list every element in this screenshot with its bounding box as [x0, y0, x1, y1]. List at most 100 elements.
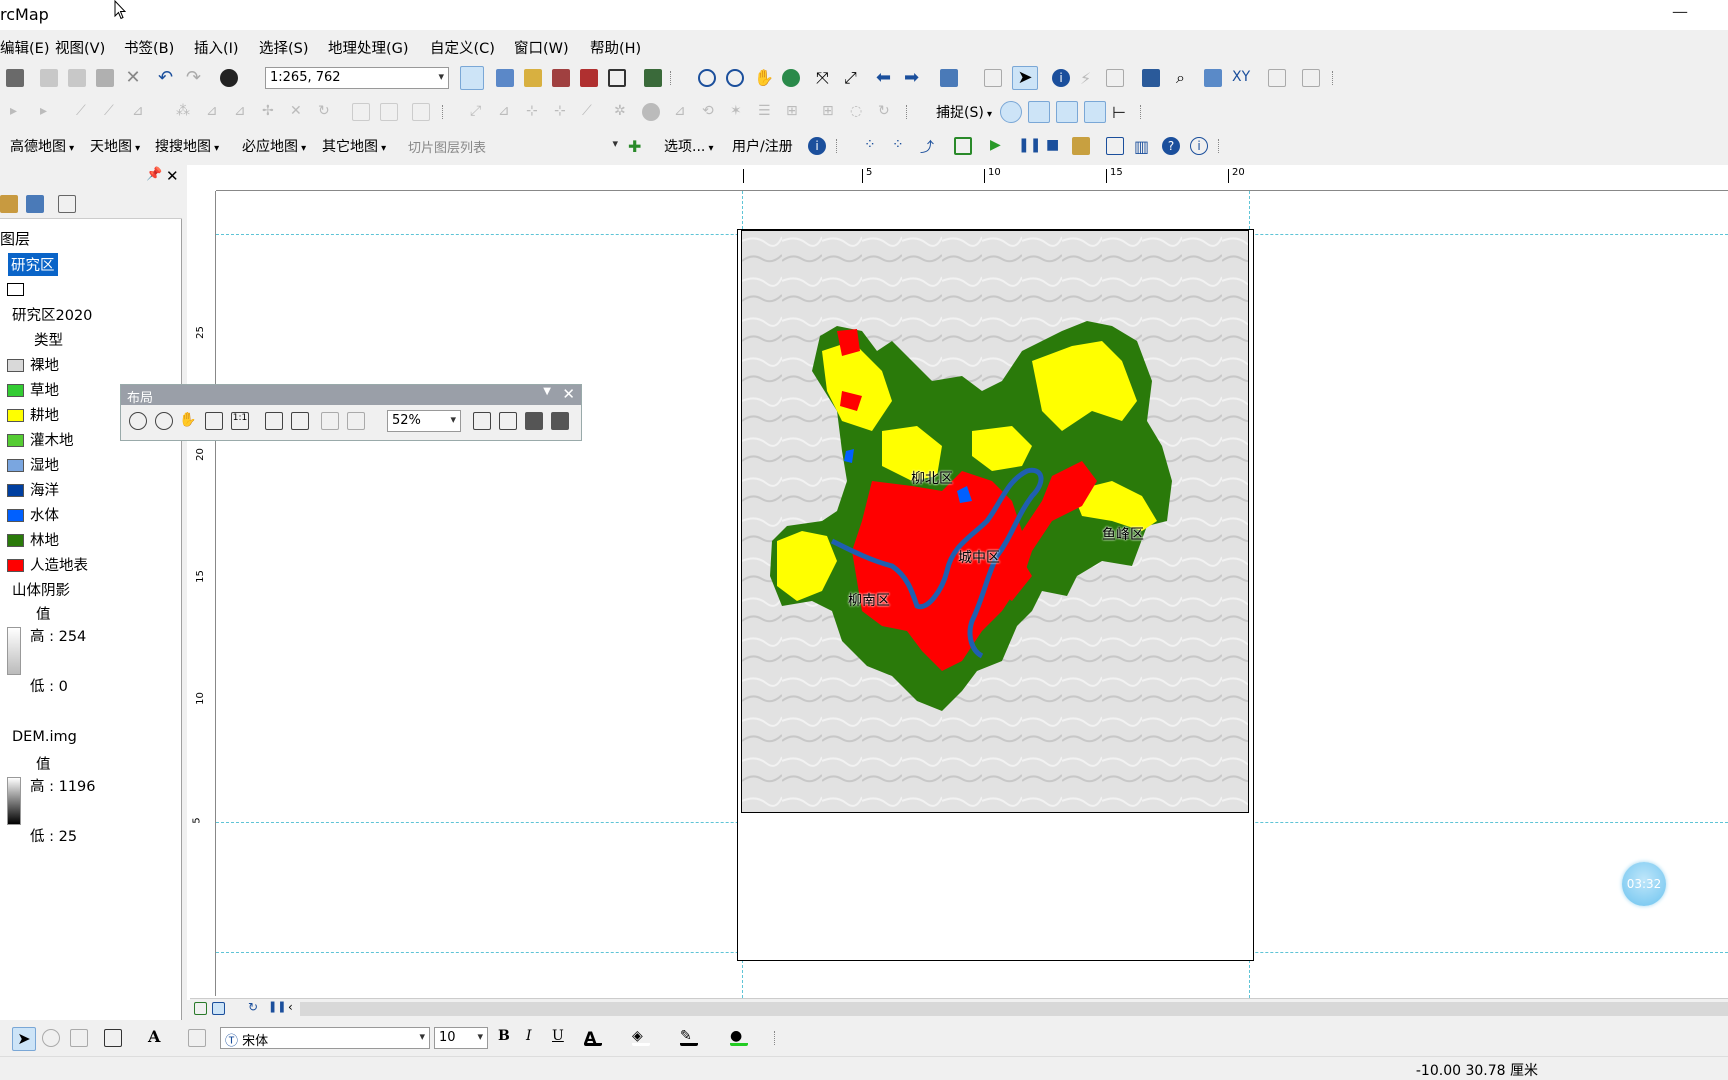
legend-swatch[interactable] — [7, 459, 24, 472]
attributes-icon[interactable]: ↻ — [318, 103, 336, 121]
horizontal-scrollbar[interactable] — [300, 1002, 1728, 1016]
list-by-selection-icon[interactable] — [58, 195, 76, 213]
about-icon[interactable]: i — [1190, 137, 1208, 155]
generalize-icon[interactable] — [642, 103, 660, 121]
sketch-properties-icon[interactable] — [352, 103, 370, 121]
refresh-icon[interactable] — [954, 137, 972, 155]
info-icon[interactable]: i — [808, 137, 826, 155]
basemap-gaode[interactable]: 高德地图 — [10, 136, 74, 156]
fixed-zoom-in-icon[interactable]: ⤧ — [816, 69, 834, 87]
edit-annotation-icon[interactable]: ▸ — [40, 103, 58, 121]
menu-customize[interactable]: 自定义(C) — [430, 37, 495, 58]
legend-swatch[interactable] — [7, 384, 24, 397]
html-popup-icon[interactable] — [1106, 69, 1124, 87]
pause-drawing-icon[interactable]: ❚❚ — [268, 1000, 286, 1013]
close-icon[interactable]: ✕ — [562, 385, 575, 403]
create-viewer-icon[interactable] — [1302, 69, 1320, 87]
toolbar-grip[interactable] — [670, 71, 676, 85]
bold-button[interactable]: B — [498, 1028, 510, 1044]
focus-data-frame-icon[interactable] — [499, 412, 517, 430]
layout-zoom-out-icon[interactable] — [155, 412, 173, 430]
legend-swatch[interactable] — [7, 359, 24, 372]
pause-icon[interactable]: ❚❚ — [1018, 137, 1041, 155]
data-driven-pages-icon[interactable] — [551, 412, 569, 430]
edge-snap-icon[interactable] — [1084, 101, 1106, 123]
minimize-button[interactable]: — — [1672, 2, 1688, 21]
map-scale-combo[interactable]: 1:265, 762 ▾ — [265, 67, 449, 89]
network-icon[interactable]: ⁘ — [864, 137, 882, 155]
add-data-icon[interactable] — [220, 69, 238, 87]
extend-icon[interactable]: ⊹ — [526, 103, 544, 121]
font-color-icon[interactable]: A — [584, 1028, 602, 1047]
align-edge-icon[interactable]: ☰ — [758, 103, 776, 121]
catalog-icon[interactable] — [524, 69, 542, 87]
pan-hand-icon[interactable]: ✋ — [754, 69, 774, 87]
basemap-bing[interactable]: 必应地图 — [242, 136, 306, 156]
layer-study-area[interactable]: 研究区 — [8, 253, 58, 276]
edit-vertices-icon[interactable]: ⁂ — [176, 103, 194, 121]
previous-extent-icon[interactable] — [321, 412, 339, 430]
tree-icon[interactable]: ⁘ — [892, 137, 910, 155]
find-icon[interactable]: ⌕ — [1176, 69, 1194, 87]
font-family-combo[interactable]: Ⓣ 宋体 ▾ — [220, 1027, 430, 1049]
tile-layer-combo[interactable]: 切片图层列表 ▾ — [404, 135, 622, 157]
rotate-icon[interactable]: ✕ — [290, 103, 308, 121]
fixed-zoom-out-layout-icon[interactable] — [291, 412, 309, 430]
edit-tool-icon[interactable]: ▸ — [10, 103, 28, 121]
reshape-icon[interactable]: ⊿ — [206, 103, 224, 121]
list-by-source-icon[interactable] — [26, 195, 44, 213]
smooth-icon[interactable]: ⊞ — [786, 103, 804, 121]
paste-icon[interactable] — [96, 69, 114, 87]
construct-polygons-icon[interactable]: ⟲ — [702, 103, 720, 121]
basemap-sousou[interactable]: 搜搜地图 — [155, 136, 219, 156]
open-folder-icon[interactable] — [1072, 137, 1090, 155]
editor-toolbar-icon[interactable] — [460, 66, 484, 90]
identify-icon[interactable]: i — [1052, 69, 1070, 87]
search-window-icon[interactable] — [552, 69, 570, 87]
menu-windows[interactable]: 窗口(W) — [514, 37, 569, 58]
menu-selection[interactable]: 选择(S) — [259, 37, 309, 58]
time-slider-icon[interactable] — [1268, 69, 1286, 87]
line-intersection-icon[interactable]: ⟋ — [582, 103, 600, 121]
list-by-drawing-order-icon[interactable] — [0, 195, 18, 213]
zoom-to-selected-icon[interactable] — [70, 1029, 88, 1047]
zoom-out-icon[interactable] — [726, 69, 744, 87]
advanced-edit-icon[interactable]: ⤢ — [470, 103, 488, 121]
select-elements-draw-icon[interactable]: ➤ — [12, 1027, 36, 1051]
chart-icon[interactable]: ▥ — [1134, 137, 1152, 156]
zoom-100-icon[interactable]: 1:1 — [231, 412, 249, 430]
cut-polygon-icon[interactable]: ⊿ — [234, 103, 252, 121]
spatial-adjustment-icon[interactable]: ⊞ — [822, 103, 840, 121]
toolbar-grip[interactable] — [774, 1031, 780, 1045]
layout-pan-icon[interactable]: ✋ — [179, 412, 197, 430]
report-icon[interactable] — [1106, 137, 1124, 155]
arctoolbox-icon[interactable] — [580, 69, 598, 87]
full-extent-icon[interactable] — [782, 69, 800, 87]
clear-selection-icon[interactable] — [984, 69, 1002, 87]
split-polygons-icon[interactable]: ✶ — [730, 103, 748, 121]
undo-icon[interactable]: ↶ — [158, 69, 176, 87]
chevron-down-icon[interactable]: ▼ — [543, 386, 551, 397]
play-icon[interactable]: ▶ — [990, 137, 1008, 155]
toolbar-grip[interactable] — [1218, 139, 1224, 153]
arc-segment-icon[interactable]: ⟋ — [104, 103, 122, 121]
print-icon[interactable] — [6, 69, 24, 87]
basemap-tianditu[interactable]: 天地图 — [90, 136, 140, 156]
toggle-draft-mode-icon[interactable] — [473, 412, 491, 430]
layout-toolbar-title[interactable]: 布局 — [121, 385, 581, 406]
copy-icon[interactable] — [68, 69, 86, 87]
text-tool-label[interactable]: A — [148, 1027, 160, 1046]
toolbar-grip[interactable] — [836, 139, 842, 153]
close-icon[interactable]: ✕ — [166, 167, 179, 185]
data-view-icon[interactable] — [194, 1002, 207, 1015]
measure-icon[interactable] — [1142, 69, 1160, 87]
straight-segment-icon[interactable]: ⟋ — [76, 103, 94, 121]
table-of-contents-icon[interactable] — [496, 69, 514, 87]
topology-icon[interactable] — [412, 103, 430, 121]
forward-extent-icon[interactable]: ➡ — [904, 69, 922, 87]
find-route-icon[interactable] — [1204, 69, 1222, 87]
legend-swatch[interactable] — [7, 534, 24, 547]
redo-icon[interactable]: ↷ — [186, 69, 204, 87]
python-window-icon[interactable] — [608, 69, 626, 87]
menu-edit[interactable]: 编辑(E) — [0, 37, 49, 58]
